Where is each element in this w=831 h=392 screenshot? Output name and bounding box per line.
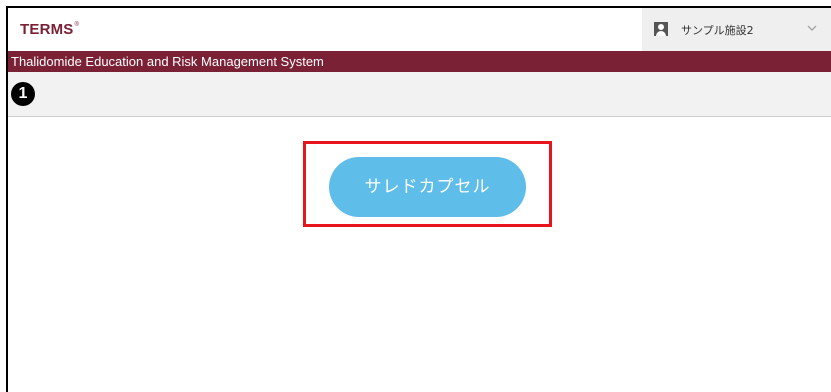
user-icon-head [658,24,664,30]
top-header: TERMS® サンプル施設2 [8,8,831,51]
registered-mark: ® [74,22,80,28]
user-icon [654,22,668,36]
terms-logo[interactable]: TERMS® [20,21,79,38]
thaled-capsule-button[interactable]: サレドカプセル [329,157,526,217]
user-menu[interactable]: サンプル施設2 [642,8,831,51]
step-number-badge: 1 [11,82,35,106]
chevron-down-icon[interactable] [806,22,818,34]
system-name: Thalidomide Education and Risk Managemen… [11,54,324,69]
system-banner: Thalidomide Education and Risk Managemen… [8,51,831,72]
app-frame: TERMS® サンプル施設2 Thalidomide Education and… [6,6,831,392]
facility-name: サンプル施設2 [681,24,754,37]
logo-text: TERMS [20,21,74,38]
user-icon-body [656,31,666,36]
toolbar: 1 [8,72,831,117]
main-content: サレドカプセル [8,117,831,392]
